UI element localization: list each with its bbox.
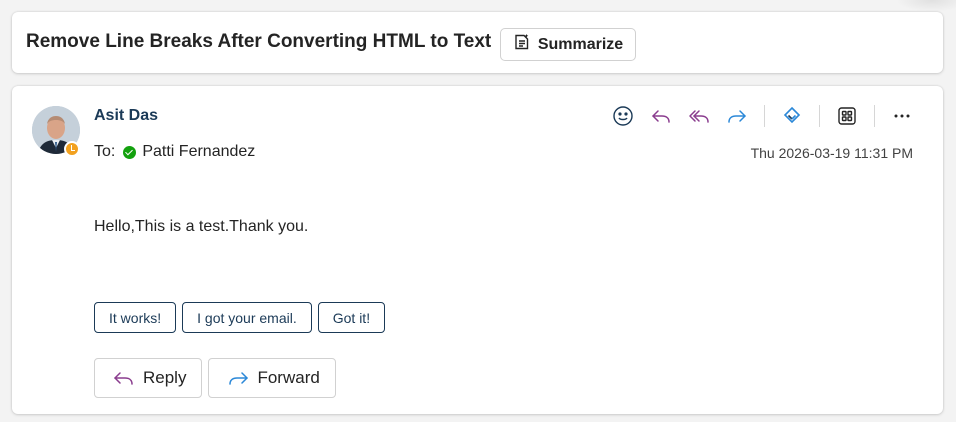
reply-all-icon [689,110,709,123]
more-icon [894,114,910,118]
forward-button[interactable]: Forward [208,358,336,398]
more-actions-button[interactable] [889,103,915,129]
forward-toolbar-button[interactable] [724,103,750,129]
reply-all-toolbar-button[interactable] [686,103,712,129]
available-status-icon [123,145,137,159]
message-body: Hello,This is a test.Thank you. [94,218,309,235]
reply-icon [652,110,670,123]
message-toolbar [610,103,927,129]
toolbar-divider [874,105,875,127]
presence-away-icon [64,141,80,157]
apps-button[interactable] [834,103,860,129]
suggested-reply-chip[interactable]: It works! [94,302,177,333]
reply-toolbar-button[interactable] [648,103,674,129]
recipient-name[interactable]: Patti Fernandez [142,143,255,161]
message-actions: Reply Forward [94,358,336,398]
summarize-label: Summarize [537,35,624,53]
reaction-button[interactable] [610,103,636,129]
loop-button[interactable] [779,103,805,129]
summarize-icon [513,33,531,56]
toolbar-divider [819,105,820,127]
window-shadow [896,0,956,12]
subject-bar: Remove Line Breaks After Converting HTML… [12,12,943,73]
forward-icon [728,110,746,123]
suggested-reply-chip[interactable]: Got it! [317,302,386,333]
message-timestamp: Thu 2026-03-19 11:31 PM [750,145,913,161]
apps-icon [838,107,856,125]
forward-icon [229,372,249,385]
summarize-button[interactable]: Summarize [500,28,636,61]
toolbar-divider [764,105,765,127]
suggested-replies: It works! I got your email. Got it! [94,302,386,333]
loop-icon [783,106,801,124]
recipient-line: To: Patti Fernandez [94,143,255,161]
reply-button[interactable]: Reply [94,358,203,398]
smile-icon [613,106,633,126]
reply-icon [114,372,133,385]
to-label: To: [94,143,116,160]
suggested-reply-chip[interactable]: I got your email. [182,302,312,333]
sender-name[interactable]: Asit Das [94,107,158,125]
reply-label: Reply [143,368,187,387]
message-card: Asit Das To: Patti Fernandez Thu 2026-03… [12,86,943,414]
forward-label: Forward [257,368,320,387]
subject-title: Remove Line Breaks After Converting HTML… [26,31,492,52]
